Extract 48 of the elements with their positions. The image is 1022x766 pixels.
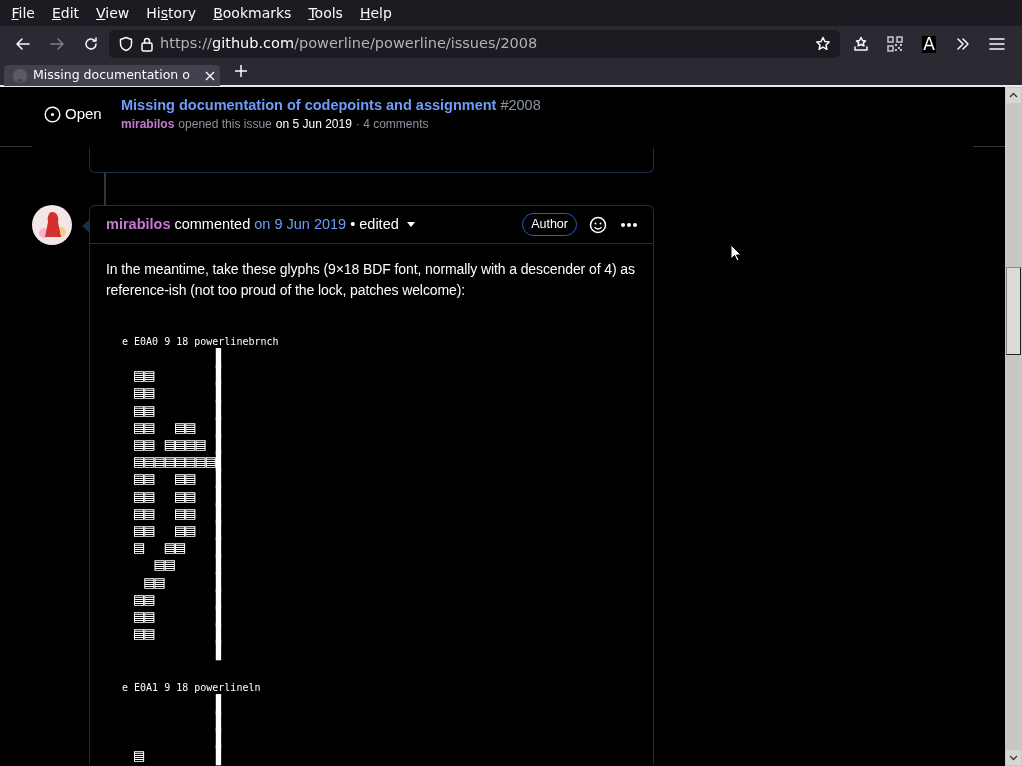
scroll-down-icon[interactable] [1006,750,1021,765]
menu-item[interactable]: History [137,0,205,26]
save-to-list-icon[interactable] [853,36,869,52]
author-link[interactable]: mirabilos [106,213,171,236]
scroll-up-icon[interactable] [1006,88,1021,103]
address-field[interactable]: https://github.com/powerline/powerline/issues/2008 [109,30,840,58]
caret-icon [406,222,415,227]
edited-dropdown[interactable]: • edited [350,213,415,236]
scrollbar[interactable] [1005,87,1022,766]
menu-item[interactable]: Edit [43,0,88,26]
code-line: e E0A1 9 18 powerlineln [122,680,262,694]
bookmark-star-icon[interactable] [815,36,831,52]
comment-action: commented [174,214,251,234]
open-issue-icon [44,105,61,123]
menu-item[interactable]: Bookmarks [204,0,300,26]
author-link[interactable]: mirabilos [121,115,175,133]
reload-icon[interactable] [83,36,99,52]
comment-date-link[interactable]: on 9 Jun 2019 [254,213,347,236]
lock-icon[interactable] [140,36,154,52]
issue-title[interactable]: Missing documentation of codepoints and assignment [121,95,497,115]
smiley-icon[interactable] [589,215,607,234]
qr-code-icon[interactable] [887,36,903,52]
comment-count: · 4 comments [355,116,429,133]
issue-number: #2008 [500,96,541,115]
avatar [32,205,72,245]
menu-item[interactable]: File [3,0,44,26]
close-icon[interactable] [205,70,215,81]
forward-icon[interactable] [49,36,65,52]
menu-item[interactable]: Tools [299,0,352,26]
github-logo-icon [12,67,28,84]
comment-body-text: In the meantime, take these glyphs (9×18 BDF font, normally with a descender of 4) as reference-ish (not too proud of the lock, patches welcome): [106,260,636,300]
menu-item[interactable]: View [87,0,138,26]
more-options-icon[interactable] [621,222,637,227]
issue-date: on 5 Jun 2019 [275,116,352,133]
status-label: Open [44,102,121,126]
scrollbar-thumb[interactable] [1006,267,1021,355]
overflow-chevrons-icon[interactable] [956,37,970,51]
menu-icon[interactable] [989,37,1005,51]
code-line: e E0A0 9 18 powerlinebrnch [122,335,280,349]
new-tab-icon[interactable] [234,64,248,78]
url-text: https://github.com/powerline/powerline/issues/2008 [160,34,539,54]
issue-meta-text: opened this issue [178,116,272,133]
mouse-pointer-icon [730,244,742,262]
extension-button[interactable]: A [922,35,936,53]
shield-icon[interactable] [118,36,134,52]
browser-tab[interactable]: Missing documentation o [4,65,220,86]
back-icon[interactable] [15,36,31,52]
menu-item[interactable]: Help [351,0,401,26]
